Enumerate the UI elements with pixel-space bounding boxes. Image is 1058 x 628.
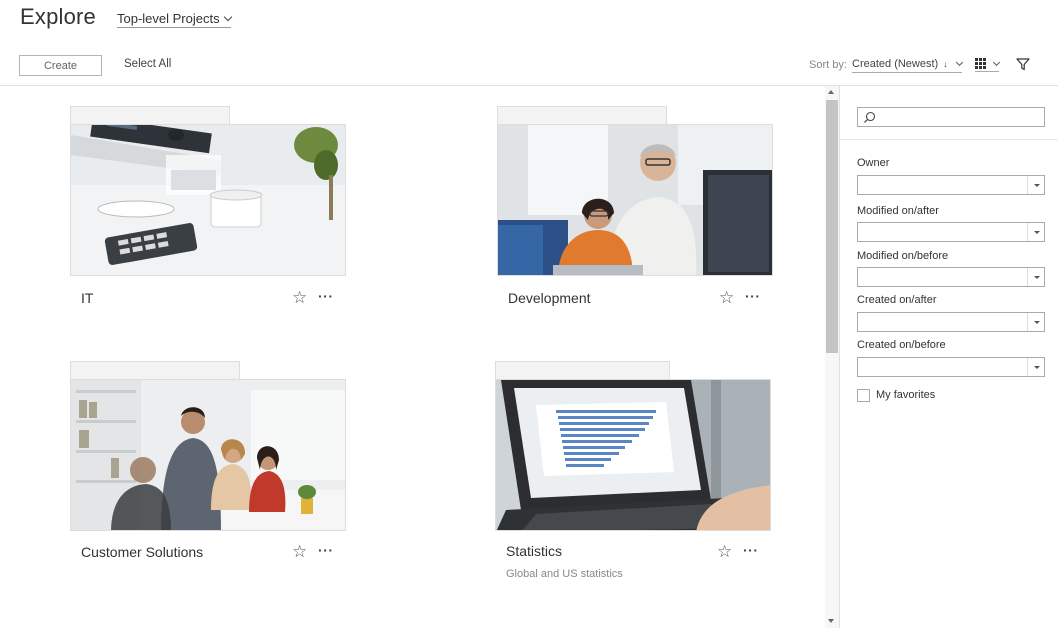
project-name[interactable]: Statistics xyxy=(506,543,562,559)
page-title: Explore xyxy=(20,4,96,29)
more-actions-icon[interactable]: ··· xyxy=(743,543,759,557)
more-actions-icon[interactable]: ··· xyxy=(745,289,761,303)
created-after-label: Created on/after xyxy=(857,294,937,306)
folder-tab xyxy=(495,361,670,381)
modified-after-label: Modified on/after xyxy=(857,205,939,217)
project-card[interactable]: Development ☆ ··· xyxy=(497,106,773,306)
sort-value: Created (Newest) xyxy=(852,58,939,70)
dropdown-arrow-icon xyxy=(1027,313,1044,331)
filter-search-input[interactable] xyxy=(857,107,1045,127)
filter-panel: Owner Modified on/after Modified on/befo… xyxy=(839,86,1058,628)
project-thumbnail[interactable] xyxy=(70,124,346,276)
folder-tab xyxy=(497,106,667,126)
project-thumbnail[interactable] xyxy=(497,124,773,276)
filter-icon[interactable] xyxy=(1016,58,1030,76)
project-thumbnail[interactable] xyxy=(495,379,771,531)
project-scope-label: Top-level Projects xyxy=(117,11,220,26)
chevron-down-icon xyxy=(955,58,963,67)
created-before-label: Created on/before xyxy=(857,339,946,351)
scroll-up-arrow-icon[interactable] xyxy=(828,90,834,94)
dropdown-arrow-icon xyxy=(1027,268,1044,286)
grid-icon xyxy=(975,58,986,69)
content-scrollbar[interactable] xyxy=(825,86,839,628)
project-grid: IT ☆ ··· Development ☆ ··· Customer Solu… xyxy=(0,86,822,628)
owner-filter-dropdown[interactable] xyxy=(857,175,1045,195)
star-icon[interactable]: ☆ xyxy=(292,289,307,306)
project-card[interactable]: Statistics Global and US statistics ☆ ··… xyxy=(495,361,771,591)
star-icon[interactable]: ☆ xyxy=(717,543,732,560)
dropdown-arrow-icon xyxy=(1027,223,1044,241)
modified-before-dropdown[interactable] xyxy=(857,267,1045,287)
create-button[interactable]: Create xyxy=(19,55,102,76)
owner-filter-label: Owner xyxy=(857,157,890,169)
project-card[interactable]: Customer Solutions ☆ ··· xyxy=(70,361,346,561)
sort-direction-icon: ↓ xyxy=(943,59,948,69)
my-favorites-label[interactable]: My favorites xyxy=(876,389,935,401)
project-scope-dropdown[interactable]: Top-level Projects xyxy=(117,11,232,28)
more-actions-icon[interactable]: ··· xyxy=(318,289,334,303)
star-icon[interactable]: ☆ xyxy=(719,289,734,306)
created-after-dropdown[interactable] xyxy=(857,312,1045,332)
star-icon[interactable]: ☆ xyxy=(292,543,307,560)
project-name[interactable]: Customer Solutions xyxy=(81,544,203,560)
my-favorites-checkbox[interactable] xyxy=(857,389,870,402)
chevron-down-icon xyxy=(223,12,232,22)
project-name[interactable]: IT xyxy=(81,290,93,306)
select-all-button[interactable]: Select All xyxy=(124,58,171,70)
chevron-down-icon xyxy=(992,58,1001,66)
sort-label: Sort by: xyxy=(809,59,847,71)
project-name[interactable]: Development xyxy=(508,290,591,306)
project-thumbnail[interactable] xyxy=(70,379,346,531)
folder-tab xyxy=(70,361,240,381)
modified-before-label: Modified on/before xyxy=(857,250,949,262)
scrollbar-thumb[interactable] xyxy=(826,100,838,353)
panel-divider xyxy=(840,139,1058,140)
created-before-dropdown[interactable] xyxy=(857,357,1045,377)
project-description: Global and US statistics xyxy=(506,568,623,580)
modified-after-dropdown[interactable] xyxy=(857,222,1045,242)
project-card[interactable]: IT ☆ ··· xyxy=(70,106,346,306)
view-mode-dropdown[interactable] xyxy=(975,58,1001,72)
more-actions-icon[interactable]: ··· xyxy=(318,543,334,557)
dropdown-arrow-icon xyxy=(1027,358,1044,376)
scroll-down-arrow-icon[interactable] xyxy=(828,619,834,623)
folder-tab xyxy=(70,106,230,126)
dropdown-arrow-icon xyxy=(1027,176,1044,194)
sort-dropdown[interactable]: Created (Newest) ↓ xyxy=(852,58,963,73)
search-icon xyxy=(863,111,876,129)
